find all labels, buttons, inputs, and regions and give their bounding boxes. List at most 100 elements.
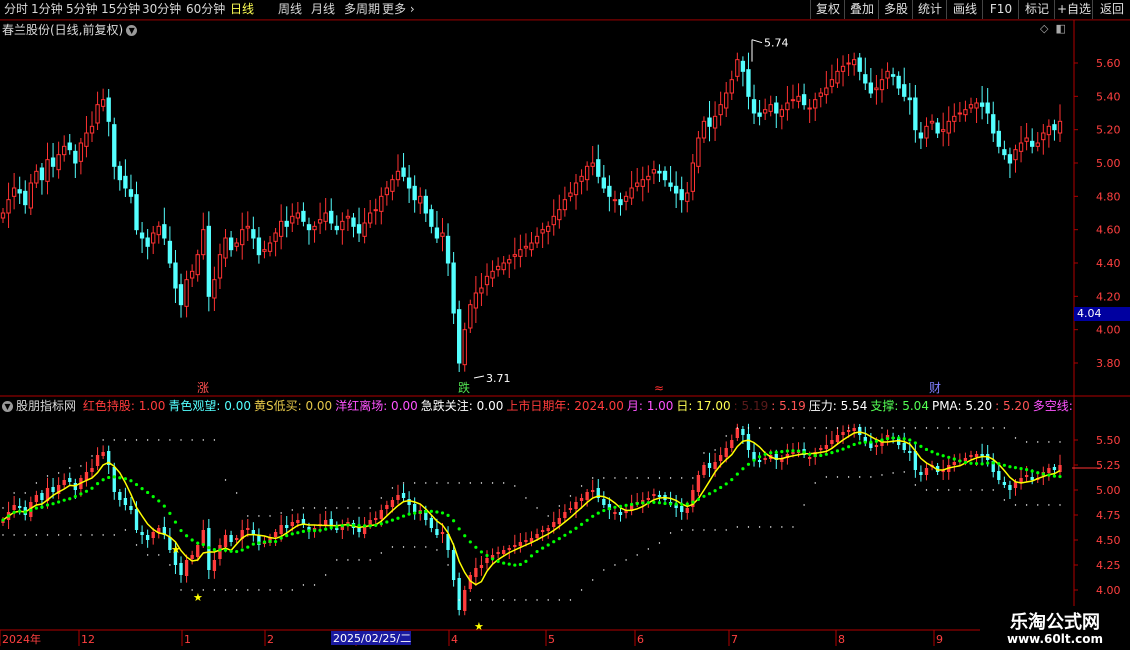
- ma-green-dot: [390, 518, 395, 522]
- chart-canvas[interactable]: 5.60 5.40 5.20 5.00 4.80 4.60 4.40 4.20 4.00 3.80…: [0, 0, 1130, 650]
- ma-green-dot: [730, 478, 734, 482]
- support-dot: [146, 554, 149, 556]
- event-marker-3: 财: [929, 381, 941, 395]
- indicator-bar: [846, 430, 851, 432]
- indicator-legend: ▼ 股朋指标网 红色持股: 1.00 青色观望: 0.00 黄S低买: 0.00 洋红离…: [2, 398, 1076, 414]
- indicator-value-5: 上市日期年: 2024.00: [506, 399, 624, 413]
- x-axis-label: 2024年: [2, 632, 41, 646]
- ma-green-dot: [285, 534, 289, 538]
- ma-green-dot: [1019, 467, 1023, 471]
- ma-green-dot: [496, 559, 500, 563]
- candle-body: [507, 259, 512, 264]
- x-axis-label: 12: [81, 633, 95, 646]
- price-axis-label: 3.80: [1096, 357, 1121, 370]
- support-dot: [903, 471, 905, 473]
- support-dot: [169, 564, 171, 566]
- candle-body: [924, 125, 929, 139]
- support-dot: [13, 534, 15, 536]
- candle-body: [707, 117, 712, 127]
- ma-green-dot: [79, 492, 83, 496]
- candle-body: [824, 87, 829, 96]
- candle-body: [151, 232, 156, 244]
- candle-body: [1041, 132, 1046, 141]
- candle-body: [0, 212, 6, 219]
- ma-green-dot: [318, 528, 322, 532]
- candle-body: [941, 129, 946, 132]
- indicator-bar: [563, 512, 567, 518]
- indicator-bar: [129, 506, 133, 510]
- support-dot: [369, 559, 371, 561]
- indicator-bar: [123, 498, 128, 505]
- resistance-dot: [391, 487, 394, 489]
- indicator-axis-label: 5.00: [1096, 484, 1121, 497]
- candle-body: [974, 102, 979, 109]
- support-dot: [625, 559, 627, 561]
- price-axis-label: 4.00: [1096, 324, 1121, 337]
- indicator-bar: [68, 478, 72, 482]
- candle-body: [217, 254, 223, 279]
- ma-green-dot: [207, 546, 211, 550]
- ma-green-dot: [663, 501, 667, 506]
- support-dot: [580, 589, 583, 591]
- candle-body: [1002, 149, 1007, 156]
- indicator-bar: [969, 455, 973, 457]
- current-price-label: 4.04: [1074, 307, 1130, 321]
- watermark: 乐淘公式网 www.60lt.com: [980, 606, 1130, 650]
- indicator-bar: [95, 455, 100, 466]
- ma-green-dot: [1041, 472, 1045, 476]
- chevron-down-icon[interactable]: ▼: [2, 401, 13, 412]
- support-dot: [892, 472, 894, 474]
- candle-body: [779, 109, 785, 117]
- ma-green-dot: [290, 532, 294, 536]
- resistance-dot: [146, 439, 149, 441]
- support-dot: [870, 476, 872, 478]
- support-dot: [569, 599, 572, 601]
- ma-green-dot: [696, 497, 700, 501]
- candle-body: [395, 170, 401, 181]
- support-dot: [436, 549, 438, 551]
- support-dot: [69, 534, 71, 536]
- candle-body: [228, 237, 234, 251]
- indicator-bar: [919, 472, 923, 475]
- ma-green-dot: [335, 525, 339, 529]
- ma-green-dot: [368, 524, 372, 528]
- ma-green-dot: [429, 509, 433, 513]
- indicator-bar: [680, 506, 684, 512]
- candle-body: [457, 309, 462, 364]
- ma-green-dot: [12, 510, 16, 514]
- ma-green-dot: [991, 461, 995, 465]
- x-axis-label: 7: [731, 633, 738, 646]
- ma-green-dot: [791, 449, 795, 453]
- indicator-value-7: 日: 17.00: [676, 399, 731, 413]
- support-dot: [714, 529, 716, 531]
- ma-green-dot: [123, 477, 127, 481]
- ma-green-dot: [6, 514, 11, 518]
- candle-body: [751, 99, 757, 114]
- ma-green-dot: [73, 494, 77, 499]
- indicator-bar: [513, 545, 517, 547]
- support-dot: [992, 489, 994, 491]
- ma-green-dot: [374, 523, 378, 527]
- support-dot: [469, 599, 472, 601]
- resistance-dot: [625, 477, 627, 479]
- support-dot: [1059, 504, 1061, 506]
- support-dot: [447, 564, 449, 566]
- indicator-bar: [463, 590, 467, 611]
- candle-body: [991, 114, 996, 134]
- candle-body: [178, 284, 184, 306]
- ma-green-dot: [51, 502, 55, 506]
- candle-body: [640, 179, 645, 187]
- candle-body: [668, 182, 673, 187]
- support-dot: [847, 476, 850, 478]
- resistance-dot: [847, 427, 850, 429]
- ma-green-dot: [618, 504, 623, 508]
- resistance-dot: [580, 485, 583, 487]
- support-dot: [35, 534, 38, 536]
- candle-body: [963, 109, 968, 116]
- candle-body: [11, 187, 17, 197]
- candle-body: [885, 70, 890, 79]
- candle-body: [284, 220, 289, 227]
- indicator-bar: [585, 492, 589, 500]
- indicator-value-2: 黄S低买: 0.00: [254, 399, 333, 413]
- candle-body: [468, 304, 473, 329]
